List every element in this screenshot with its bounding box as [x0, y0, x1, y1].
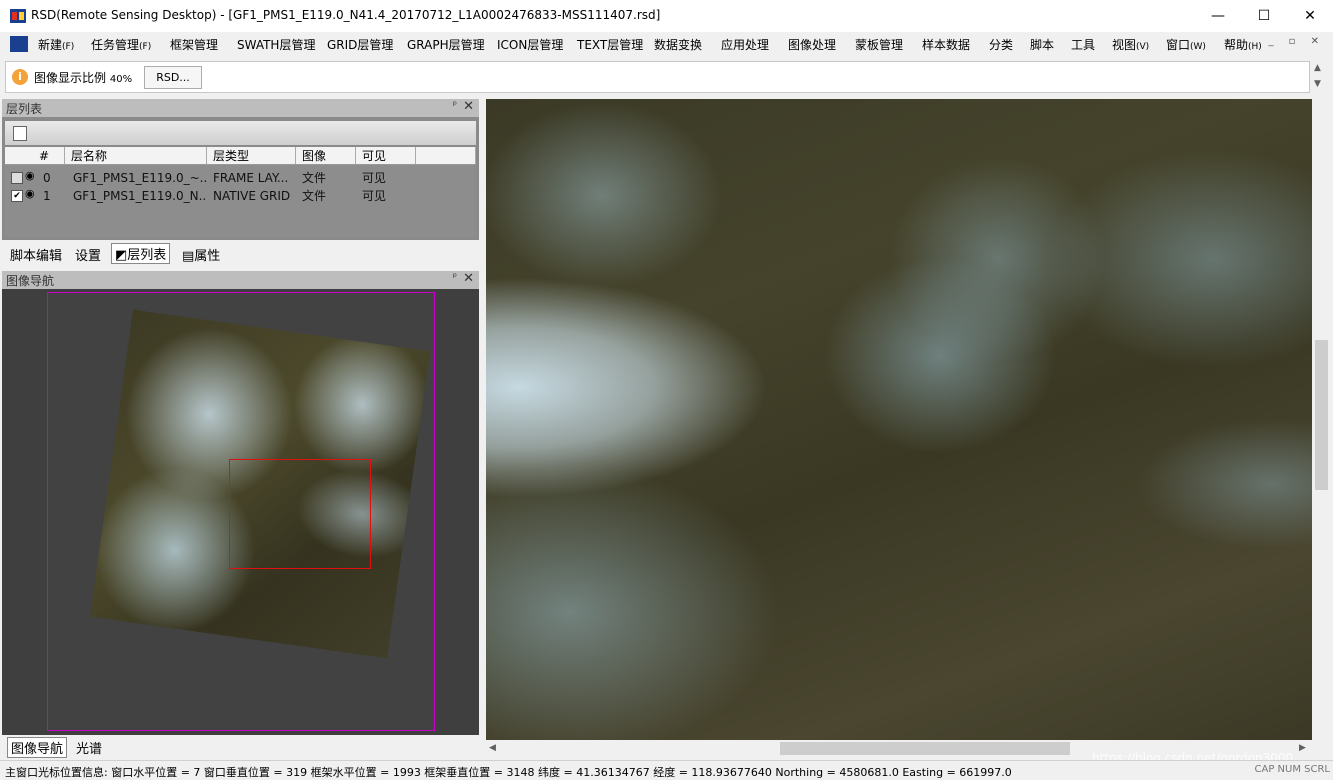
horizontal-scroll-thumb[interactable]	[780, 742, 1070, 755]
menu-sample[interactable]: 样本数据	[922, 36, 970, 53]
tab-settings[interactable]: 设置	[75, 245, 101, 264]
chevron-up-icon[interactable]: ▲	[1314, 63, 1321, 73]
menu-graph[interactable]: GRAPH层管理	[407, 36, 485, 53]
rsd-button[interactable]: RSD...	[144, 66, 202, 89]
key-indicators: CAP NUM SCRL	[1254, 764, 1331, 775]
display-ratio-label: 图像显示比例 40%	[34, 71, 133, 85]
menu-app-process[interactable]: 应用处理	[721, 36, 769, 53]
layers-toolbar	[5, 121, 476, 145]
menu-new[interactable]: 新建(F)	[38, 36, 74, 53]
nav-panel-header: 图像导航 ᵖ ✕	[2, 271, 479, 289]
panel-tabs-top: 脚本编辑 设置 ◩层列表 ▤属性	[2, 242, 479, 266]
menu-text[interactable]: TEXT层管理	[577, 36, 643, 53]
close-window-button[interactable]: ✕	[1287, 0, 1333, 32]
row-checkbox[interactable]	[11, 172, 23, 184]
close-icon[interactable]: ✕	[463, 99, 474, 114]
window-title: RSD(Remote Sensing Desktop) - [GF1_PMS1_…	[31, 8, 661, 22]
col-image[interactable]: 图像	[296, 147, 356, 165]
menu-image-process[interactable]: 图像处理	[788, 36, 836, 53]
nav-frame	[47, 292, 435, 731]
chevron-down-icon[interactable]: ▼	[1314, 79, 1321, 89]
tab-layer-list[interactable]: ◩层列表	[111, 243, 171, 264]
minimize-button[interactable]: —	[1195, 0, 1241, 32]
pin-icon[interactable]: ᵖ	[453, 100, 457, 111]
menu-tools[interactable]: 工具	[1071, 36, 1095, 53]
panel-tabs-bottom: 图像导航 光谱	[2, 736, 479, 758]
col-empty	[416, 147, 476, 165]
col-type[interactable]: 层类型	[207, 147, 296, 165]
app-icon	[10, 9, 26, 23]
info-bar: i 图像显示比例 40% RSD...	[5, 61, 1310, 93]
layer-list-icon[interactable]	[13, 126, 27, 141]
tab-properties[interactable]: ▤属性	[182, 245, 220, 264]
infobar-scroll[interactable]: ▲ ▼	[1310, 61, 1328, 93]
layers-panel-header: 层列表 ᵖ ✕	[2, 99, 479, 117]
menu-mask[interactable]: 蒙板管理	[855, 36, 903, 53]
menu-swath[interactable]: SWATH层管理	[237, 36, 315, 53]
vertical-scroll-thumb[interactable]	[1315, 340, 1328, 490]
eye-icon[interactable]: ◉	[25, 187, 35, 200]
layer-tab-icon: ◩	[115, 248, 128, 263]
nav-viewport-rect[interactable]	[229, 459, 371, 569]
menu-bar: 新建(F) 任务管理(F) 框架管理 SWATH层管理 GRID层管理 GRAP…	[0, 32, 1333, 56]
tab-spectrum[interactable]: 光谱	[76, 738, 102, 757]
mdi-doc-icon	[10, 36, 28, 52]
eye-icon[interactable]: ◉	[25, 169, 35, 182]
chevron-right-icon[interactable]: ▶	[1299, 743, 1306, 753]
col-index[interactable]: #	[5, 147, 65, 165]
menu-view[interactable]: 视图(V)	[1112, 36, 1149, 53]
layers-panel-title: 层列表	[6, 102, 43, 116]
maximize-button[interactable]: ☐	[1241, 0, 1287, 32]
layer-table: # 层名称 层类型 图像 可见 ◉ 0 GF1_PMS1_E119.0_~...…	[5, 147, 476, 237]
title-bar: RSD(Remote Sensing Desktop) - [GF1_PMS1_…	[0, 0, 1333, 32]
chevron-left-icon[interactable]: ◀	[489, 743, 496, 753]
row-checkbox[interactable]: ✔	[11, 190, 23, 202]
properties-icon: ▤	[182, 249, 195, 264]
menu-icon[interactable]: ICON层管理	[497, 36, 563, 53]
table-row[interactable]: ◉ 0 GF1_PMS1_E119.0_~... FRAME LAY... 文件…	[5, 169, 476, 187]
col-name[interactable]: 层名称	[65, 147, 207, 165]
menu-grid[interactable]: GRID层管理	[327, 36, 393, 53]
menu-task[interactable]: 任务管理(F)	[91, 36, 151, 53]
pin-icon[interactable]: ᵖ	[453, 272, 457, 283]
menu-data-transform[interactable]: 数据变换	[654, 36, 702, 53]
tab-script-editor[interactable]: 脚本编辑	[10, 245, 62, 264]
close-icon[interactable]: ✕	[463, 271, 474, 286]
tab-image-nav[interactable]: 图像导航	[7, 737, 68, 758]
info-icon: i	[12, 69, 28, 85]
cursor-position-info: 主窗口光标位置信息: 窗口水平位置 = 7 窗口垂直位置 = 319 框架水平位…	[5, 766, 1012, 779]
menu-classify[interactable]: 分类	[989, 36, 1013, 53]
menu-script[interactable]: 脚本	[1030, 36, 1054, 53]
menu-window[interactable]: 窗口(W)	[1166, 36, 1206, 53]
status-bar: 主窗口光标位置信息: 窗口水平位置 = 7 窗口垂直位置 = 319 框架水平位…	[0, 760, 1333, 780]
table-row[interactable]: ✔ ◉ 1 GF1_PMS1_E119.0_N... NATIVE GRID 文…	[5, 187, 476, 205]
col-visible[interactable]: 可见	[356, 147, 416, 165]
mdi-controls[interactable]: _ ▫ ✕	[1268, 36, 1325, 47]
nav-panel-title: 图像导航	[6, 274, 55, 288]
nav-panel-body	[2, 289, 479, 735]
main-image-view[interactable]	[486, 99, 1312, 740]
menu-help[interactable]: 帮助(H)	[1224, 36, 1262, 53]
menu-frame[interactable]: 框架管理	[170, 36, 218, 53]
